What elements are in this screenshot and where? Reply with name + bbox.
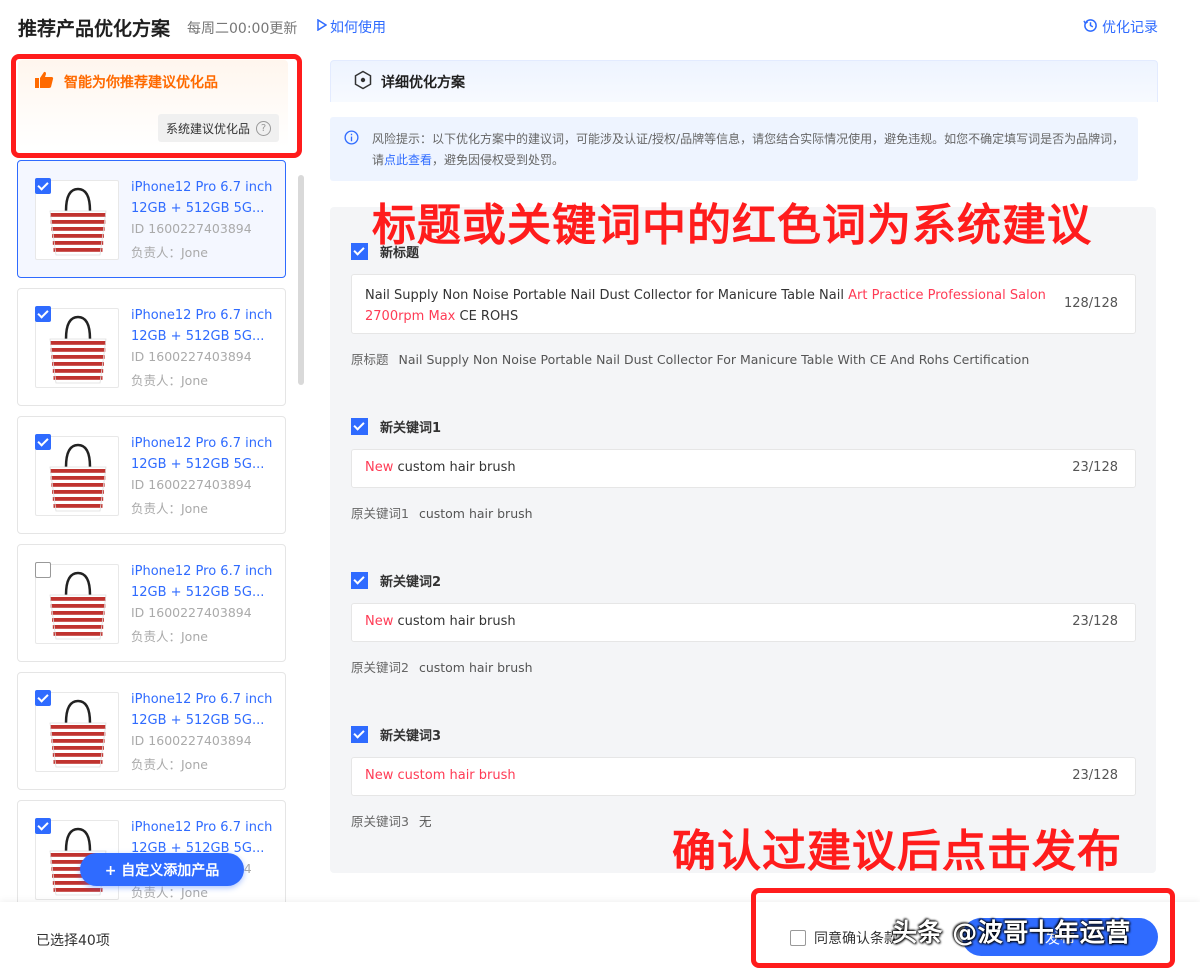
keyword-counter: 23/128 [1072,460,1118,475]
annotation-frame-top [11,54,302,158]
new-title-label: 新标题 [380,246,420,261]
how-to-use-label: 如何使用 [330,20,386,36]
product-checkbox[interactable] [35,178,51,194]
product-id: ID 1600227403894 [131,477,252,492]
keyword-checkbox[interactable] [351,418,368,435]
product-card[interactable]: iPhone12 Pro 6.7 inch 12GB + 512GB 5G...… [17,800,286,902]
info-icon [344,130,359,149]
original-keyword: 原关键词1 custom hair brush [351,503,533,522]
how-to-use-link[interactable]: 如何使用 [317,17,386,37]
product-owner: 负责人：Jone [131,757,208,772]
product-checkbox[interactable] [35,306,51,322]
annotation-red-words: 标题或关键词中的红色词为系统建议 [372,200,1092,251]
product-checkbox[interactable] [35,818,51,834]
keyword-label: 新关键词2 [380,575,442,590]
keyword-plain: custom hair brush [393,614,516,629]
annotation-publish-hint: 确认过建议后点击发布 [672,826,1122,877]
product-id: ID 1600227403894 [131,221,252,236]
new-title-field[interactable]: Nail Supply Non Noise Portable Nail Dust… [351,274,1136,334]
list-scrollbar[interactable] [298,175,304,385]
original-keyword-label: 原关键词3 [351,814,409,829]
original-title-value: Nail Supply Non Noise Portable Nail Dust… [398,352,1030,367]
keyword-suggested-words: New [365,614,394,629]
product-name[interactable]: iPhone12 Pro 6.7 inch 12GB + 512GB 5G... [131,433,276,475]
history-label: 优化记录 [1102,20,1158,36]
add-custom-product-button[interactable]: + 自定义添加产品 [80,853,244,886]
risk-notice: 风险提示：以下优化方案中的建议词，可能涉及认证/授权/品牌等信息，请您结合实际情… [330,117,1138,181]
title-plain: Nail Supply Non Noise Portable Nail Dust… [365,288,849,303]
original-keyword-label: 原关键词1 [351,506,409,521]
original-keyword-value: 无 [418,814,432,829]
product-card[interactable]: iPhone12 Pro 6.7 inch 12GB + 512GB 5G...… [17,160,286,278]
product-card[interactable]: iPhone12 Pro 6.7 inch 12GB + 512GB 5G...… [17,416,286,534]
product-owner: 负责人：Jone [131,373,208,388]
keyword-field[interactable]: New custom hair brush 23/128 [351,757,1136,796]
product-card[interactable]: iPhone12 Pro 6.7 inch 12GB + 512GB 5G...… [17,672,286,790]
original-keyword-value: custom hair brush [418,506,533,521]
original-keyword-label: 原关键词2 [351,660,409,675]
new-title-checkbox[interactable] [351,243,368,260]
product-checkbox[interactable] [35,562,51,578]
risk-check-link[interactable]: 点此查看 [384,153,432,167]
product-id: ID 1600227403894 [131,733,252,748]
original-keyword: 原关键词3 无 [351,811,431,830]
product-id: ID 1600227403894 [131,349,252,364]
product-name[interactable]: iPhone12 Pro 6.7 inch 12GB + 512GB 5G... [131,561,276,603]
keyword-checkbox[interactable] [351,572,368,589]
detail-heading: 详细优化方案 [381,74,465,91]
hexagon-icon [353,70,373,94]
page-title: 推荐产品优化方案 [18,18,171,40]
history-icon [1083,18,1098,37]
original-keyword: 原关键词2 custom hair brush [351,657,533,676]
title-counter: 128/128 [1063,296,1118,311]
product-list: iPhone12 Pro 6.7 inch 12GB + 512GB 5G...… [17,160,287,902]
selected-count: 已选择40项 [36,933,110,949]
original-title: 原标题 Nail Supply Non Noise Portable Nail D… [351,349,1029,368]
product-name[interactable]: iPhone12 Pro 6.7 inch 12GB + 512GB 5G... [131,177,276,219]
watermark: 头条 @波哥十年运营 [892,918,1131,947]
keyword-plain: custom hair brush [393,460,516,475]
keyword-counter: 23/128 [1072,614,1118,629]
keyword-suggested-words: New custom hair brush [365,768,516,783]
product-owner: 负责人：Jone [131,245,208,260]
update-note: 每周二00:00更新 [187,21,298,37]
product-name[interactable]: iPhone12 Pro 6.7 inch 12GB + 512GB 5G... [131,689,276,731]
keyword-checkbox[interactable] [351,726,368,743]
product-owner: 负责人：Jone [131,501,208,516]
product-name[interactable]: iPhone12 Pro 6.7 inch 12GB + 512GB 5G... [131,305,276,347]
product-owner: 负责人：Jone [131,629,208,644]
keyword-field[interactable]: New custom hair brush 23/128 [351,603,1136,642]
product-id: ID 1600227403894 [131,605,252,620]
detail-header: 详细优化方案 [330,60,1158,102]
product-card[interactable]: iPhone12 Pro 6.7 inch 12GB + 512GB 5G...… [17,544,286,662]
optimization-history-link[interactable]: 优化记录 [1083,17,1158,37]
original-title-label: 原标题 [351,352,389,367]
product-checkbox[interactable] [35,690,51,706]
title-tail: CE ROHS [455,309,519,324]
keyword-field[interactable]: New custom hair brush 23/128 [351,449,1136,488]
original-keyword-value: custom hair brush [418,660,533,675]
product-card[interactable]: iPhone12 Pro 6.7 inch 12GB + 512GB 5G...… [17,288,286,406]
keyword-counter: 23/128 [1072,768,1118,783]
keyword-label: 新关键词3 [380,729,442,744]
keyword-suggested-words: New [365,460,394,475]
product-checkbox[interactable] [35,434,51,450]
play-icon [317,18,328,35]
keyword-label: 新关键词1 [380,421,442,436]
risk-tail: ，避免因侵权受到处罚。 [432,153,565,167]
